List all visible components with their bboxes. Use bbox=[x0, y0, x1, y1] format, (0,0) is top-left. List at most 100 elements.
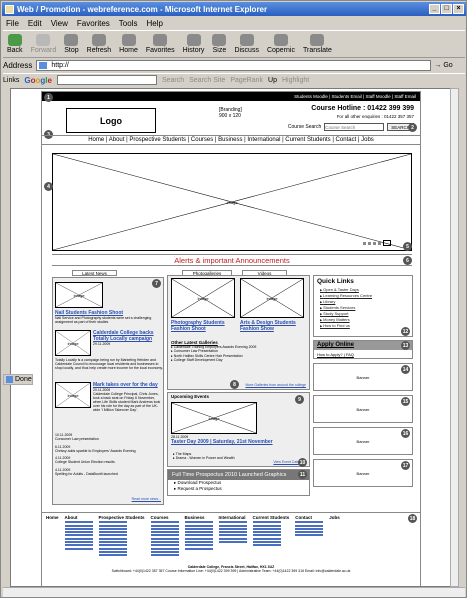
event-title[interactable]: Taster Day 2009 | Saturday, 21st Novembe… bbox=[171, 439, 301, 445]
footer-link[interactable] bbox=[150, 537, 179, 540]
footer-column-title[interactable]: Business bbox=[185, 515, 213, 520]
banner-1[interactable]: Banner bbox=[313, 363, 413, 391]
footer-link[interactable] bbox=[252, 534, 281, 537]
menu-tools[interactable]: Tools bbox=[119, 19, 138, 28]
home-button[interactable]: Home bbox=[119, 34, 138, 54]
footer-link[interactable] bbox=[252, 541, 281, 544]
footer-link[interactable] bbox=[98, 524, 127, 527]
how-to-apply-link[interactable]: How to Apply? bbox=[317, 352, 343, 357]
slide-dot-1[interactable] bbox=[363, 241, 366, 245]
footer-link[interactable] bbox=[184, 531, 213, 534]
footer-column-title[interactable]: Contact bbox=[295, 515, 323, 520]
history-button[interactable]: History bbox=[183, 34, 204, 54]
news-list-item[interactable]: Spelling for Adults - DataBooth launched bbox=[55, 472, 163, 476]
quick-link-find-us[interactable]: How to Find us bbox=[320, 323, 412, 329]
footer-column-title[interactable]: Courses bbox=[151, 515, 179, 520]
footer-link[interactable] bbox=[98, 537, 127, 540]
horizontal-scrollbar[interactable] bbox=[3, 587, 465, 597]
footer-link[interactable] bbox=[98, 541, 127, 544]
footer-link[interactable] bbox=[98, 547, 127, 550]
footer-link[interactable] bbox=[98, 534, 127, 537]
footer-link[interactable] bbox=[150, 550, 179, 553]
pagerank-button[interactable]: PageRank bbox=[230, 77, 263, 84]
main-navigation[interactable]: Home | About | Prospective Students | Co… bbox=[42, 135, 420, 145]
footer-link[interactable] bbox=[150, 541, 179, 544]
footer-link[interactable] bbox=[98, 527, 127, 530]
footer-link[interactable] bbox=[252, 531, 281, 534]
footer-link[interactable] bbox=[184, 521, 213, 524]
apply-online-link[interactable]: Apply Online bbox=[314, 341, 412, 350]
gallery-title-1[interactable]: Photography Students Fashion Shoot bbox=[171, 320, 235, 332]
faq-link[interactable]: FAQ bbox=[346, 352, 354, 357]
gallery-link[interactable]: ▸ College Staff Development Day bbox=[171, 358, 307, 362]
footer-link[interactable] bbox=[98, 554, 127, 557]
more-galleries-link[interactable]: More Galleries from around the college bbox=[245, 383, 306, 387]
footer-link[interactable] bbox=[218, 537, 247, 540]
close-button[interactable]: × bbox=[453, 4, 464, 14]
footer-link[interactable] bbox=[64, 531, 93, 534]
discuss-button[interactable]: Discuss bbox=[234, 34, 259, 54]
read-more-news-link[interactable]: Read more news... bbox=[132, 497, 161, 501]
footer-link[interactable] bbox=[252, 521, 281, 524]
prospectus-bar[interactable]: Full Time Prospectus 2010 Launched Graph… bbox=[168, 470, 309, 480]
copernic-button[interactable]: Copernic bbox=[267, 34, 295, 54]
event-list-item[interactable]: ▸ Drama - Women in Power and Wealth bbox=[173, 456, 235, 460]
footer-link[interactable] bbox=[98, 550, 127, 553]
forward-button[interactable]: Forward bbox=[31, 34, 56, 54]
gallery-image-2[interactable]: Image bbox=[240, 278, 304, 318]
course-search-input[interactable] bbox=[324, 123, 385, 131]
gallery-image-1[interactable]: Image bbox=[171, 278, 235, 318]
slide-dot-2[interactable] bbox=[368, 241, 371, 245]
footer-link[interactable] bbox=[218, 527, 247, 530]
footer-link[interactable] bbox=[218, 534, 247, 537]
footer-link[interactable] bbox=[150, 527, 179, 530]
footer-link[interactable] bbox=[98, 531, 127, 534]
banner-3[interactable]: Banner bbox=[313, 427, 413, 455]
footer-link[interactable] bbox=[64, 534, 93, 537]
footer-link[interactable] bbox=[150, 524, 179, 527]
footer-link[interactable] bbox=[295, 524, 324, 527]
address-input[interactable]: http:// bbox=[36, 60, 432, 71]
footer-link[interactable] bbox=[98, 521, 127, 524]
highlight-button[interactable]: Highlight bbox=[282, 77, 309, 84]
footer-link[interactable] bbox=[150, 521, 179, 524]
footer-column-title[interactable]: International bbox=[219, 515, 247, 520]
up-button[interactable]: Up bbox=[268, 77, 277, 84]
news-list-item[interactable]: Consumer Law presentation bbox=[55, 437, 163, 441]
footer-link[interactable] bbox=[150, 547, 179, 550]
footer-link[interactable] bbox=[150, 531, 179, 534]
footer-link[interactable] bbox=[184, 537, 213, 540]
favorites-button[interactable]: Favorites bbox=[146, 34, 175, 54]
google-search-site-button[interactable]: Search Site bbox=[189, 77, 225, 84]
refresh-button[interactable]: Refresh bbox=[87, 34, 111, 54]
banner-4[interactable]: Banner bbox=[313, 459, 413, 487]
maximize-button[interactable]: □ bbox=[441, 4, 452, 14]
news-list-item[interactable]: Chrissy adds sparkle to Employers' Award… bbox=[55, 449, 163, 453]
footer-link[interactable] bbox=[295, 527, 324, 530]
top-links-strip[interactable]: Students Moodle | Students Email | Staff… bbox=[42, 92, 420, 101]
footer-link[interactable] bbox=[64, 544, 93, 547]
footer-link[interactable] bbox=[64, 541, 93, 544]
footer-link[interactable] bbox=[218, 541, 247, 544]
footer-link[interactable] bbox=[295, 531, 324, 534]
banner-2[interactable]: Banner bbox=[313, 395, 413, 423]
stop-button[interactable]: Stop bbox=[64, 34, 79, 54]
footer-link[interactable] bbox=[252, 544, 281, 547]
footer-link[interactable] bbox=[218, 521, 247, 524]
footer-link[interactable] bbox=[150, 544, 179, 547]
logo[interactable]: Logo bbox=[66, 108, 156, 133]
footer-link[interactable] bbox=[295, 534, 324, 537]
footer-link[interactable] bbox=[64, 524, 93, 527]
news-title-2[interactable]: Calderdale College backs Totally Locally… bbox=[93, 330, 163, 342]
translate-button[interactable]: Translate bbox=[303, 34, 332, 54]
footer-link[interactable] bbox=[295, 521, 324, 524]
footer-link[interactable] bbox=[218, 531, 247, 534]
footer-column-title[interactable]: About bbox=[65, 515, 93, 520]
minimize-button[interactable]: _ bbox=[429, 4, 440, 14]
back-button[interactable]: Back bbox=[7, 34, 23, 54]
slide-dot-3[interactable] bbox=[373, 241, 376, 245]
links-label[interactable]: Links bbox=[3, 77, 19, 84]
footer-column-title[interactable]: Current Students bbox=[253, 515, 290, 520]
request-prospectus-link[interactable]: ▸ Request a Prospectus bbox=[168, 486, 309, 492]
footer-link[interactable] bbox=[184, 524, 213, 527]
